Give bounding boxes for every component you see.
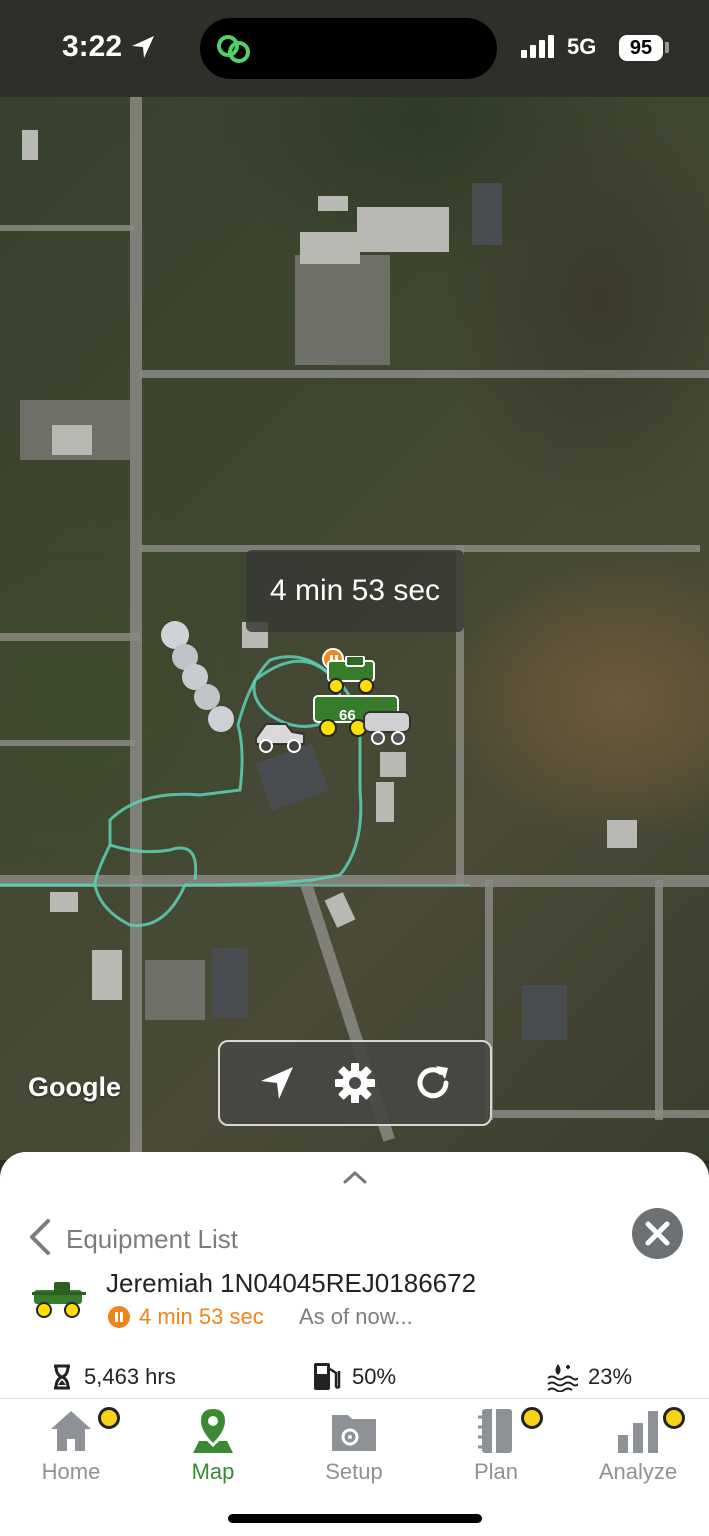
building bbox=[607, 820, 637, 848]
cellular-signal-icon bbox=[521, 35, 554, 58]
engine-hours-value: 5,463 hrs bbox=[84, 1364, 176, 1389]
refresh-button[interactable] bbox=[409, 1059, 457, 1107]
map-view[interactable]: 4 min 53 sec 66 Google bbox=[0, 0, 709, 1160]
navigate-arrow-icon bbox=[261, 1067, 293, 1099]
def-metric: 23% bbox=[546, 1362, 632, 1392]
pickup-truck-icon[interactable] bbox=[252, 718, 308, 754]
close-button[interactable] bbox=[632, 1208, 683, 1259]
tab-map-label: Map bbox=[191, 1459, 235, 1484]
sheet-expand-handle-icon[interactable] bbox=[341, 1168, 369, 1186]
location-arrow-icon bbox=[132, 36, 154, 58]
map-settings-button[interactable] bbox=[331, 1059, 379, 1107]
tab-home[interactable]: Home bbox=[16, 1407, 126, 1497]
building bbox=[522, 985, 567, 1040]
map-road bbox=[655, 880, 663, 1120]
map-pin-icon bbox=[193, 1409, 233, 1453]
tab-home-label: Home bbox=[41, 1459, 101, 1484]
building bbox=[318, 196, 348, 211]
link-icon bbox=[217, 35, 250, 63]
machine-number-label: 66 bbox=[339, 707, 356, 724]
tab-plan[interactable]: Plan bbox=[441, 1407, 551, 1497]
fuel-metric: 50% bbox=[312, 1362, 396, 1392]
home-indicator[interactable] bbox=[228, 1514, 482, 1523]
timer-label: 4 min 53 sec bbox=[246, 550, 464, 632]
equipment-list-link[interactable]: Equipment List bbox=[66, 1224, 238, 1255]
home-icon bbox=[51, 1411, 91, 1451]
network-type: 5G bbox=[567, 34, 597, 59]
status-bar: 3:22 5G 95 bbox=[0, 0, 709, 97]
dynamic-island[interactable] bbox=[200, 18, 497, 79]
map-road bbox=[0, 225, 135, 231]
tab-plan-label: Plan bbox=[473, 1459, 519, 1484]
def-fluid-icon bbox=[547, 1364, 578, 1392]
equipment-name: Jeremiah 1N04045REJ0186672 bbox=[106, 1268, 477, 1298]
tanker-icon[interactable] bbox=[360, 706, 416, 746]
paused-status-icon bbox=[108, 1306, 130, 1328]
def-level-value: 23% bbox=[588, 1364, 633, 1389]
refresh-icon bbox=[417, 1066, 449, 1099]
google-attribution: Google bbox=[28, 1072, 121, 1102]
battery-icon bbox=[665, 42, 669, 53]
notification-dot bbox=[663, 1407, 685, 1429]
tab-setup[interactable]: Setup bbox=[299, 1407, 409, 1497]
status-duration: 4 min 53 sec bbox=[139, 1304, 264, 1329]
map-road bbox=[490, 1110, 709, 1118]
fuel-level-value: 50% bbox=[352, 1364, 397, 1389]
building bbox=[300, 232, 360, 264]
map-road bbox=[130, 97, 142, 1160]
hourglass-icon bbox=[54, 1364, 70, 1390]
status-as-of: As of now... bbox=[299, 1304, 413, 1329]
close-icon bbox=[645, 1221, 670, 1246]
building bbox=[52, 425, 92, 455]
map-controls-bar bbox=[218, 1040, 492, 1126]
parking-lot bbox=[295, 255, 390, 365]
notification-dot bbox=[521, 1407, 543, 1429]
battery-level: 95 bbox=[619, 35, 663, 61]
tab-map[interactable]: Map bbox=[158, 1407, 268, 1497]
gear-icon bbox=[335, 1063, 375, 1103]
engine-hours-metric: 5,463 hrs bbox=[50, 1362, 176, 1392]
building bbox=[357, 207, 449, 252]
status-time: 3:22 bbox=[62, 30, 123, 63]
tab-analyze[interactable]: Analyze bbox=[583, 1407, 693, 1497]
folder-gear-icon bbox=[332, 1415, 376, 1451]
tab-setup-label: Setup bbox=[325, 1459, 383, 1484]
notebook-icon bbox=[478, 1409, 512, 1453]
sprayer-icon bbox=[32, 1282, 86, 1318]
parking-lot bbox=[145, 960, 205, 1020]
locate-button[interactable] bbox=[253, 1059, 301, 1107]
notification-dot bbox=[98, 1407, 120, 1429]
tab-analyze-label: Analyze bbox=[598, 1459, 678, 1484]
bar-chart-icon bbox=[618, 1411, 658, 1453]
building bbox=[22, 130, 38, 160]
building bbox=[472, 183, 502, 245]
fuel-pump-icon bbox=[314, 1363, 341, 1390]
map-road bbox=[140, 370, 709, 378]
back-chevron-icon[interactable] bbox=[28, 1218, 52, 1256]
